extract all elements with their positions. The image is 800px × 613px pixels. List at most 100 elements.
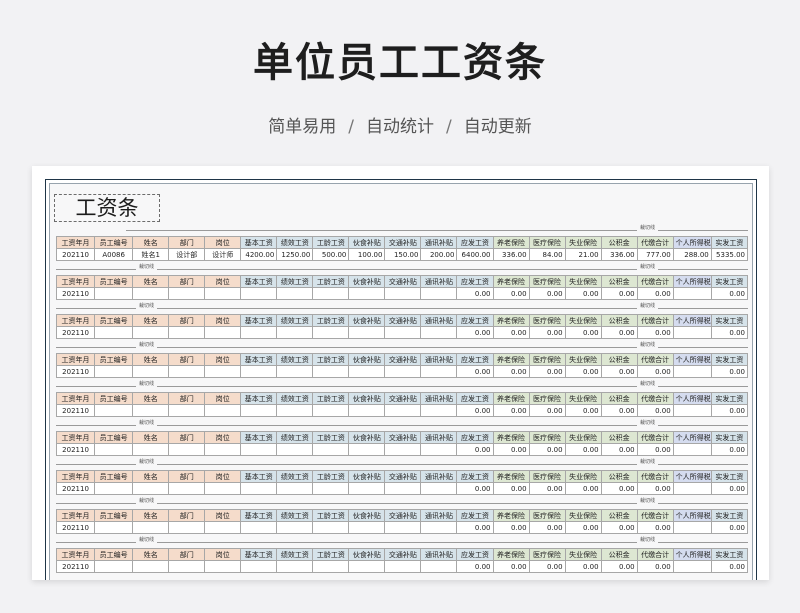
value-cell[interactable]: 0.00 [492,443,530,456]
header-cell[interactable]: 交通补贴 [384,470,422,483]
header-cell[interactable]: 应发工资 [456,509,494,522]
header-cell[interactable]: 代缴合计 [636,470,674,483]
value-cell[interactable] [384,482,422,495]
header-cell[interactable]: 伙食补贴 [348,392,386,405]
value-cell[interactable]: 0.00 [528,326,566,339]
header-cell[interactable]: 通讯补贴 [420,314,458,327]
value-cell[interactable]: 202110 [55,365,96,378]
value-cell[interactable]: 0.00 [456,326,494,339]
header-cell[interactable]: 个人所得税 [672,509,712,522]
header-cell[interactable]: 养老保险 [492,431,530,444]
value-cell[interactable]: 6400.00 [456,248,494,261]
value-cell[interactable] [420,287,458,300]
header-cell[interactable]: 养老保险 [492,548,530,561]
value-cell[interactable]: 0.00 [710,365,749,378]
header-cell[interactable]: 工资年月 [55,236,96,249]
header-cell[interactable]: 养老保险 [492,353,530,366]
value-cell[interactable] [168,365,206,378]
value-cell[interactable] [348,365,386,378]
value-cell[interactable] [384,521,422,534]
value-cell[interactable] [132,287,170,300]
header-cell[interactable]: 部门 [168,236,206,249]
header-cell[interactable]: 个人所得税 [672,470,712,483]
header-cell[interactable]: 通讯补贴 [420,470,458,483]
value-cell[interactable]: 0.00 [636,560,674,573]
value-cell[interactable] [132,326,170,339]
value-cell[interactable] [348,443,386,456]
value-cell[interactable]: 0.00 [564,365,602,378]
value-cell[interactable]: 0.00 [636,521,674,534]
header-cell[interactable]: 岗位 [204,548,242,561]
header-cell[interactable]: 姓名 [132,548,170,561]
value-cell[interactable]: 200.00 [420,248,458,261]
header-cell[interactable]: 应发工资 [456,392,494,405]
value-cell[interactable] [168,287,206,300]
header-cell[interactable]: 失业保险 [564,275,602,288]
header-cell[interactable]: 工资年月 [55,548,96,561]
value-cell[interactable]: 336.00 [600,248,638,261]
value-cell[interactable]: 84.00 [528,248,566,261]
value-cell[interactable]: 1250.00 [276,248,314,261]
value-cell[interactable]: 288.00 [672,248,712,261]
header-cell[interactable]: 姓名 [132,275,170,288]
value-cell[interactable]: 0.00 [600,326,638,339]
value-cell[interactable]: 0.00 [528,482,566,495]
value-cell[interactable] [384,404,422,417]
value-cell[interactable]: 202110 [55,443,96,456]
value-cell[interactable]: 0.00 [636,365,674,378]
value-cell[interactable]: 0.00 [636,443,674,456]
header-cell[interactable]: 基本工资 [240,275,278,288]
header-cell[interactable]: 交通补贴 [384,314,422,327]
header-cell[interactable]: 交通补贴 [384,548,422,561]
header-cell[interactable]: 公积金 [600,353,638,366]
header-cell[interactable]: 应发工资 [456,470,494,483]
header-cell[interactable]: 通讯补贴 [420,275,458,288]
header-cell[interactable]: 养老保险 [492,470,530,483]
value-cell[interactable]: 0.00 [456,404,494,417]
header-cell[interactable]: 员工编号 [94,431,134,444]
value-cell[interactable] [384,443,422,456]
value-cell[interactable]: 0.00 [456,482,494,495]
value-cell[interactable]: 336.00 [492,248,530,261]
header-cell[interactable]: 员工编号 [94,353,134,366]
value-cell[interactable] [276,560,314,573]
header-cell[interactable]: 伙食补贴 [348,353,386,366]
header-cell[interactable]: 公积金 [600,275,638,288]
value-cell[interactable]: 202110 [55,521,96,534]
value-cell[interactable]: 0.00 [710,326,749,339]
header-cell[interactable]: 伙食补贴 [348,548,386,561]
header-cell[interactable]: 代缴合计 [636,392,674,405]
header-cell[interactable]: 绩效工资 [276,353,314,366]
value-cell[interactable]: 0.00 [492,365,530,378]
header-cell[interactable]: 医疗保险 [528,431,566,444]
header-cell[interactable]: 伙食补贴 [348,314,386,327]
header-cell[interactable]: 实发工资 [710,470,749,483]
value-cell[interactable] [168,560,206,573]
header-cell[interactable]: 工资年月 [55,431,96,444]
value-cell[interactable] [94,443,134,456]
value-cell[interactable] [672,365,712,378]
value-cell[interactable]: 0.00 [492,560,530,573]
header-cell[interactable]: 部门 [168,353,206,366]
header-cell[interactable]: 岗位 [204,470,242,483]
header-cell[interactable]: 工资年月 [55,275,96,288]
header-cell[interactable]: 伙食补贴 [348,236,386,249]
header-cell[interactable]: 失业保险 [564,548,602,561]
value-cell[interactable]: 0.00 [600,521,638,534]
value-cell[interactable] [276,404,314,417]
header-cell[interactable]: 医疗保险 [528,548,566,561]
header-cell[interactable]: 姓名 [132,314,170,327]
value-cell[interactable] [312,287,350,300]
value-cell[interactable] [168,326,206,339]
header-cell[interactable]: 应发工资 [456,236,494,249]
value-cell[interactable]: 0.00 [456,287,494,300]
header-cell[interactable]: 个人所得税 [672,431,712,444]
value-cell[interactable] [312,365,350,378]
header-cell[interactable]: 医疗保险 [528,470,566,483]
header-cell[interactable]: 应发工资 [456,275,494,288]
value-cell[interactable] [384,326,422,339]
value-cell[interactable]: 设计部 [168,248,206,261]
value-cell[interactable] [240,287,278,300]
header-cell[interactable]: 工龄工资 [312,470,350,483]
value-cell[interactable] [348,482,386,495]
